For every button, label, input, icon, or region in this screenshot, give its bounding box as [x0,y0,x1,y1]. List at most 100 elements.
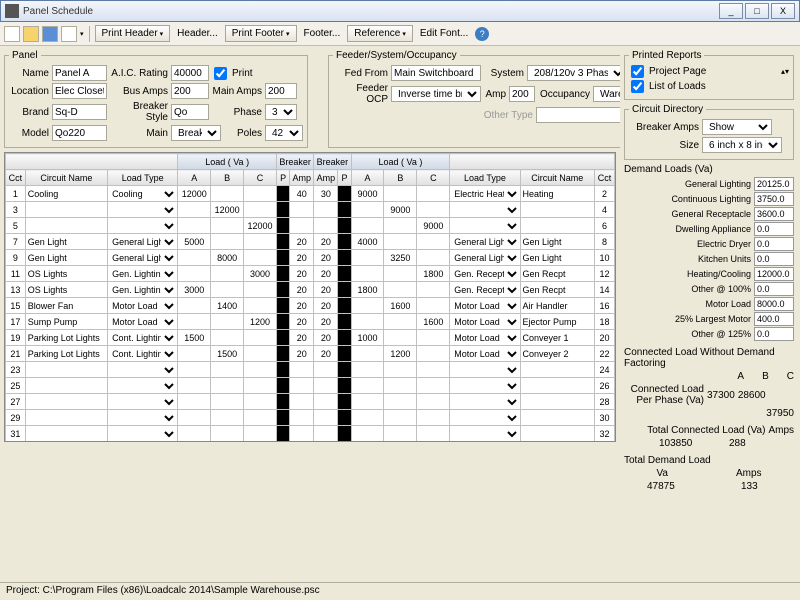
load-type-select[interactable] [108,427,177,441]
model-input[interactable] [52,125,107,141]
aic-input[interactable] [171,65,209,81]
load-type-select[interactable] [108,379,177,393]
circuit-grid[interactable]: Load ( Va )BreakerBreakerLoad ( Va )CctC… [4,152,616,442]
print-label: Print [232,68,253,79]
print-checkbox[interactable] [214,67,227,80]
load-type-select[interactable]: Cont. Lighting [108,347,177,361]
load-type-select[interactable] [108,203,177,217]
total-demand-legend: Total Demand Load [624,455,794,466]
table-row: 21Parking Lot LightsCont. Lighting150020… [6,346,615,362]
system-select[interactable]: 208/120v 3 Phase 4 Wi [527,65,620,81]
reference-button[interactable]: Reference▾ [347,25,413,42]
load-type-select[interactable]: General Lighting [108,235,177,249]
demand-row: 25% Largest Motor400.0 [624,312,794,326]
open-icon[interactable] [23,26,39,42]
feeder-fieldset: Feeder/System/Occupancy Fed From System … [328,50,620,148]
ocp-select[interactable]: Inverse time breaker [391,86,481,102]
brand-input[interactable] [52,104,107,120]
panel-fieldset: Panel Name A.I.C. Rating Print Location … [4,50,308,148]
load-type-select[interactable]: Electric Heat [450,187,519,201]
load-type-select[interactable] [450,203,519,217]
project-page-label: Project Page [649,66,706,77]
load-type-select[interactable]: Gen. Receptacle [450,283,519,297]
demand-legend: Demand Loads (Va) [624,164,794,175]
load-type-select[interactable] [450,219,519,233]
circuit-dir-legend: Circuit Directory [629,104,706,115]
demand-row: Heating/Cooling12000.0 [624,267,794,281]
footer-link[interactable]: Footer... [300,28,345,39]
load-type-select[interactable]: Cooling [108,187,177,201]
phase-a-value: 37300 [707,390,735,401]
load-type-select[interactable] [450,363,519,377]
help-icon[interactable]: ? [475,27,489,41]
load-type-select[interactable] [450,427,519,441]
load-type-select[interactable]: Motor Load [450,331,519,345]
print-footer-button[interactable]: Print Footer▾ [225,25,297,42]
table-row: 3334 [6,442,615,443]
breaker-style-input[interactable] [171,104,209,120]
load-type-select[interactable]: Motor Load [108,315,177,329]
load-type-select[interactable]: General Lighting [450,251,519,265]
save-icon[interactable] [42,26,58,42]
load-type-select[interactable]: General Lighting [450,235,519,249]
load-type-select[interactable] [108,395,177,409]
table-row: 9Gen LightGeneral Lighting800020203250Ge… [6,250,615,266]
load-type-select[interactable] [108,411,177,425]
poles-select[interactable]: 42 [265,125,303,141]
load-type-select[interactable]: Gen. Lighting C [108,283,177,297]
load-type-select[interactable] [108,219,177,233]
total-connected-label: Total Connected Load (Va) [624,425,765,436]
demand-row: Other @ 125%0.0 [624,327,794,341]
size-label: Size [629,140,699,151]
load-type-select[interactable]: Cont. Lighting [108,331,177,345]
maximize-button[interactable]: □ [745,3,769,19]
minimize-button[interactable]: _ [719,3,743,19]
phase-select[interactable]: 3 [265,104,297,120]
load-type-select[interactable] [450,411,519,425]
name-input[interactable] [52,65,107,81]
list-loads-checkbox[interactable] [631,80,644,93]
load-type-select[interactable]: Motor Load [450,347,519,361]
phase-label: Phase [212,107,262,118]
size-select[interactable]: 6 inch x 8 inch [702,137,782,153]
close-button[interactable]: X [771,3,795,19]
amps-label: Amps [768,425,794,436]
name-label: Name [9,68,49,79]
app-icon [5,4,19,18]
bus-amps-label: Bus Amps [110,86,168,97]
table-row: 2526 [6,378,615,394]
load-type-select[interactable] [450,395,519,409]
breaker-amps-select[interactable]: Show [702,119,772,135]
location-label: Location [9,86,49,97]
load-type-select[interactable]: General Lighting [108,251,177,265]
occupancy-select[interactable]: Warehouse (storage) [593,86,620,102]
edit-font-link[interactable]: Edit Font... [416,28,472,39]
main-amps-input[interactable] [265,83,297,99]
load-type-select[interactable]: Gen. Lighting C [108,267,177,281]
fed-from-input[interactable] [391,65,481,81]
print-header-button[interactable]: Print Header▾ [95,25,171,42]
load-type-select[interactable] [450,379,519,393]
load-type-select[interactable]: Motor Load [450,315,519,329]
connected-legend: Connected Load Without Demand Factoring [624,347,794,369]
demand-row: Kitchen Units0.0 [624,252,794,266]
table-row: 11OS LightsGen. Lighting C300020201800Ge… [6,266,615,282]
location-input[interactable] [52,83,107,99]
other-type-input[interactable] [536,107,620,123]
per-phase-label: Connected Load Per Phase (Va) [624,384,704,406]
load-type-select[interactable]: Gen. Receptacle [450,267,519,281]
load-type-select[interactable] [108,363,177,377]
header-link[interactable]: Header... [173,28,222,39]
fed-from-label: Fed From [333,68,388,79]
load-type-select[interactable]: Motor Load [450,299,519,313]
bus-amps-input[interactable] [171,83,209,99]
amp-input[interactable] [509,86,535,102]
project-page-checkbox[interactable] [631,65,644,78]
table-row: 7Gen LightGeneral Lighting500020204000Ge… [6,234,615,250]
new-icon[interactable] [4,26,20,42]
main-amps-label: Main Amps [212,86,262,97]
main-select[interactable]: Breaker [171,125,221,141]
table-row: 31200090004 [6,202,615,218]
print-icon[interactable] [61,26,77,42]
load-type-select[interactable]: Motor Load [108,299,177,313]
